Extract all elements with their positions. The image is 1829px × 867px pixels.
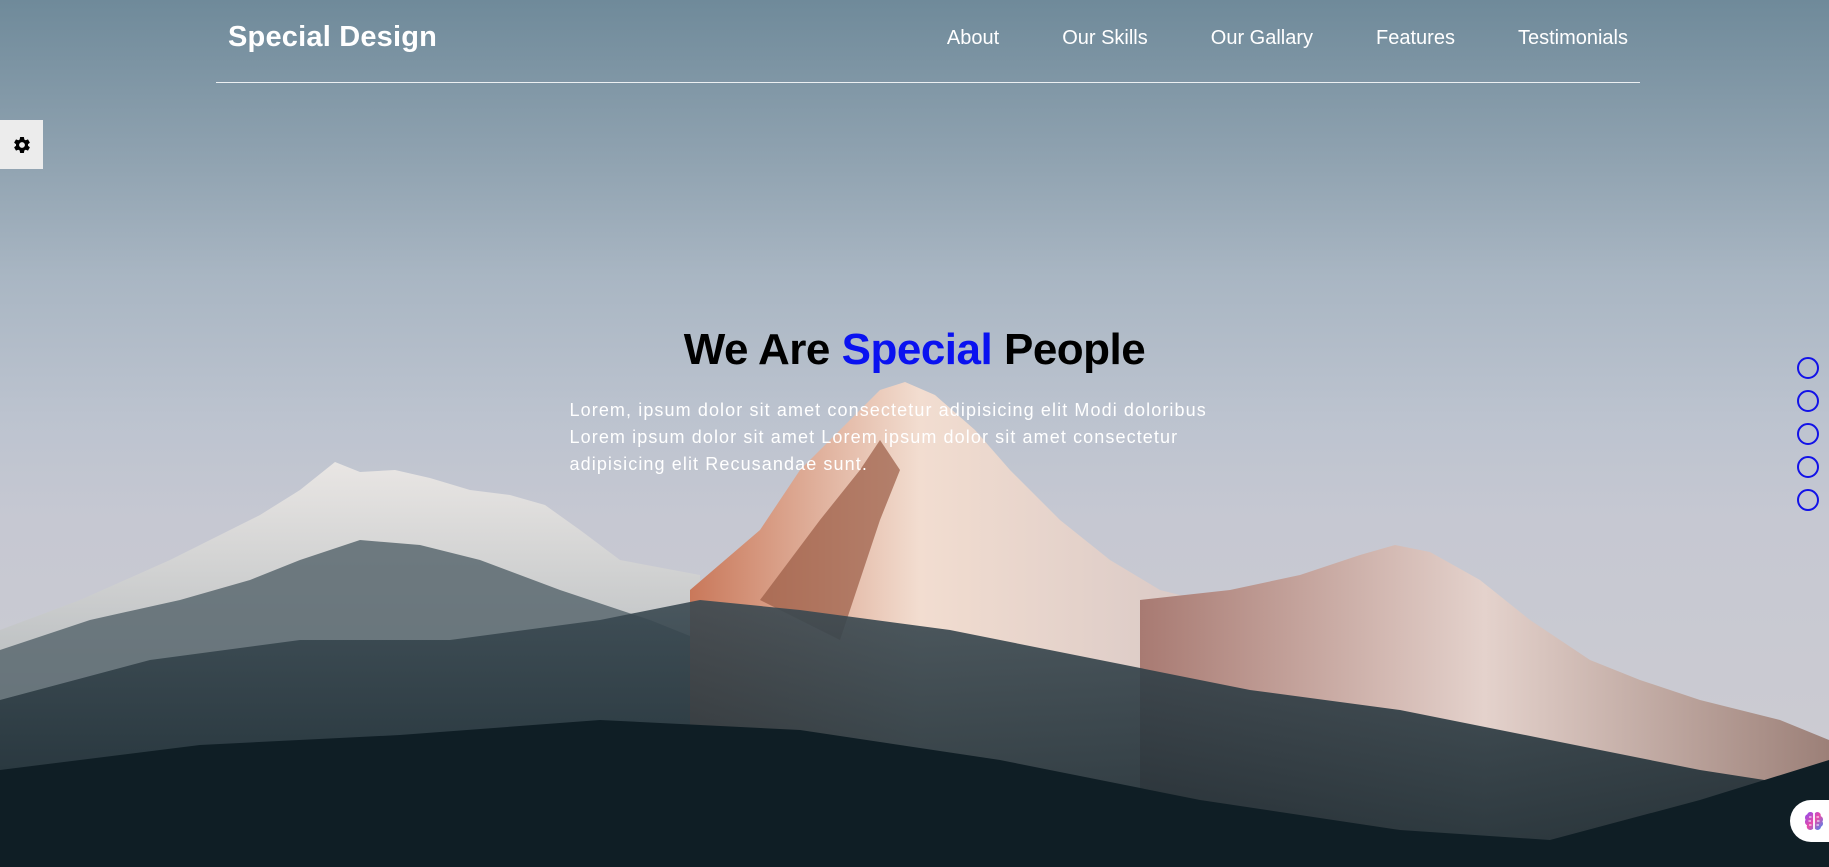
site-header: Special Design About Our Skills Our Gall… — [216, 0, 1640, 83]
hero-title-part1: We Are — [683, 325, 831, 374]
bullet-nav-4[interactable] — [1797, 456, 1819, 478]
site-logo[interactable]: Special Design — [228, 21, 437, 54]
nav-link-about[interactable]: About — [947, 27, 999, 50]
bullet-nav-5[interactable] — [1797, 489, 1819, 511]
landing-page: Special Design About Our Skills Our Gall… — [0, 0, 1829, 867]
nav-link-features[interactable]: Features — [1376, 27, 1455, 50]
hero-title: We Are Special People — [0, 325, 1829, 375]
brain-icon — [1804, 812, 1824, 831]
main-nav: About Our Skills Our Gallary Features Te… — [884, 27, 1628, 50]
gear-icon — [13, 136, 30, 153]
nav-link-testimonials[interactable]: Testimonials — [1518, 27, 1628, 50]
assistant-button[interactable] — [1790, 800, 1829, 842]
bullet-nav-1[interactable] — [1797, 357, 1819, 379]
settings-toggle-button[interactable] — [0, 120, 43, 169]
hero-title-part2: People — [1003, 325, 1146, 374]
hero-section: We Are Special People Lorem, ipsum dolor… — [0, 325, 1829, 478]
bullet-nav-3[interactable] — [1797, 423, 1819, 445]
section-bullets — [1797, 357, 1819, 511]
nav-link-our-skills[interactable]: Our Skills — [1062, 27, 1148, 50]
bullet-nav-2[interactable] — [1797, 390, 1819, 412]
hero-paragraph: Lorem, ipsum dolor sit amet consectetur … — [569, 400, 1207, 474]
hero-title-accent: Special — [841, 325, 993, 374]
nav-link-our-gallary[interactable]: Our Gallary — [1211, 27, 1313, 50]
